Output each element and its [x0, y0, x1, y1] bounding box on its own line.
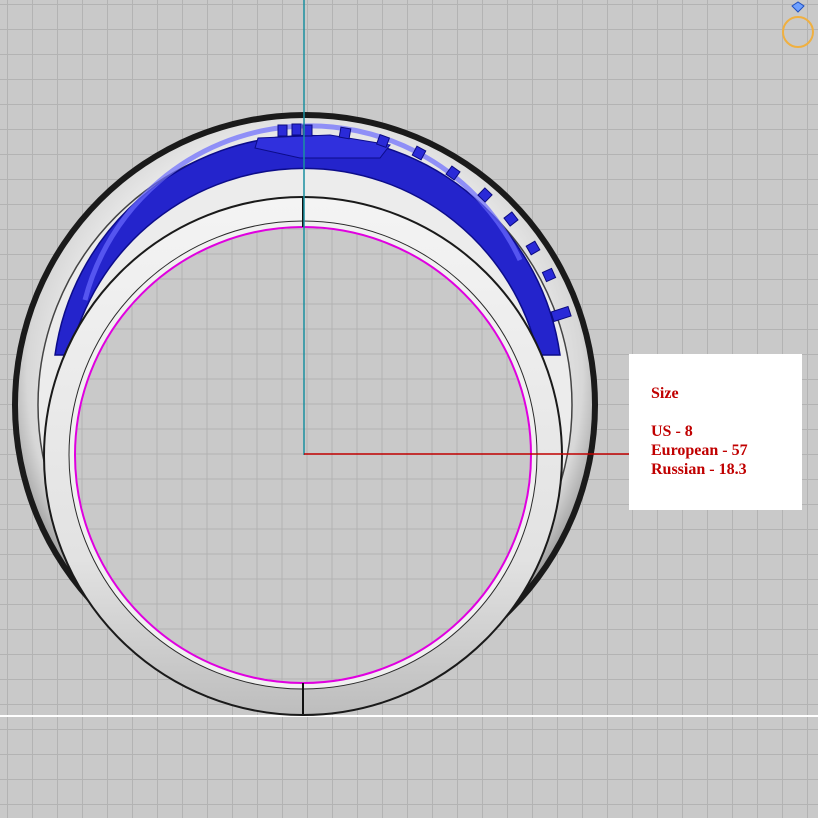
inner-size-circle	[74, 226, 532, 684]
view-gizmo-icon[interactable]	[782, 1, 814, 48]
size-spacer	[651, 403, 802, 422]
size-european: European - 57	[651, 442, 748, 459]
size-russian: Russian - 18.3	[651, 461, 747, 478]
ring-model[interactable]	[12, 112, 598, 716]
size-us: US - 8	[651, 423, 693, 440]
size-title: Size	[651, 385, 679, 402]
size-info-panel: Size US - 8 European - 57 Russian - 18.3	[629, 354, 802, 510]
